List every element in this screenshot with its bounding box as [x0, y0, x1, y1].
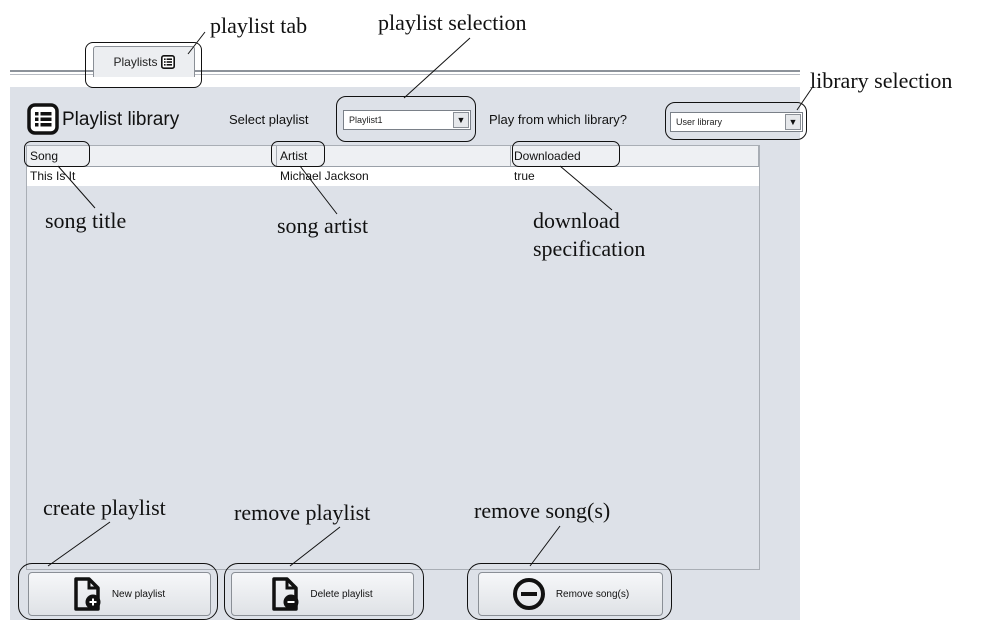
annotation-leaders — [47, 31, 813, 567]
